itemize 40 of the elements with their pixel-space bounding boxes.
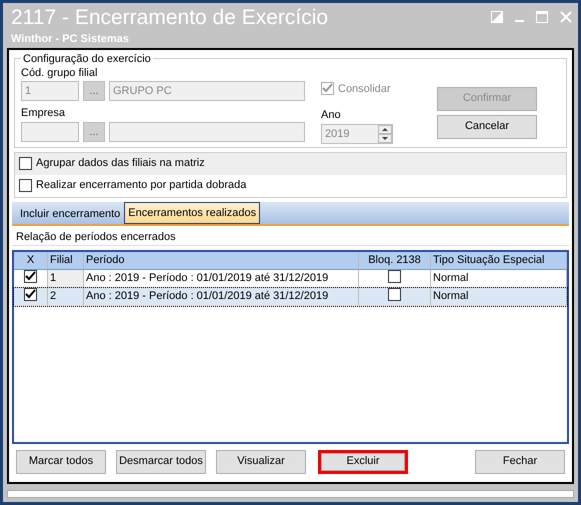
checkbox[interactable] bbox=[24, 270, 37, 283]
checkbox[interactable] bbox=[19, 157, 32, 170]
checkbox[interactable] bbox=[388, 270, 401, 283]
table-cell: Ano : 2019 - Período : 01/01/2019 até 31/12/2019 bbox=[84, 288, 359, 305]
column-header: Tipo Situação Especial bbox=[431, 252, 567, 269]
column-header: X bbox=[14, 252, 48, 269]
field-label: Ano bbox=[321, 108, 342, 123]
lookup-button[interactable]: ... bbox=[83, 122, 105, 142]
section-caption: Relação de períodos encerrados bbox=[12, 226, 569, 246]
table-cell: 1 bbox=[48, 270, 84, 287]
tab[interactable]: Encerramentos realizados bbox=[124, 202, 260, 224]
action-button[interactable]: Desmarcar todos bbox=[116, 450, 206, 474]
column-header: Filial bbox=[48, 252, 84, 269]
checkbox[interactable] bbox=[24, 288, 37, 301]
cancel-button[interactable]: Cancelar bbox=[437, 114, 537, 138]
action-button[interactable]: Fechar bbox=[475, 450, 565, 474]
lookup-button[interactable]: ... bbox=[83, 81, 105, 101]
checkbox[interactable] bbox=[388, 288, 401, 301]
column-header: Período bbox=[84, 252, 359, 269]
action-button[interactable]: Excluir bbox=[318, 450, 408, 474]
window-subtitle: Winthor - PC Sistemas bbox=[11, 32, 130, 47]
field-label: Empresa bbox=[21, 106, 66, 121]
window-title: 2117 - Encerramento de Exercício bbox=[11, 5, 328, 31]
table-row[interactable]: 2 Ano : 2019 - Período : 01/01/2019 até 31/12/2019 Normal bbox=[14, 288, 567, 306]
checkbox-label: Realizar encerramento por partida dobrada bbox=[36, 178, 246, 194]
table-cell: 2 bbox=[48, 288, 84, 305]
action-button[interactable]: Visualizar bbox=[216, 450, 306, 474]
action-button[interactable]: Marcar todos bbox=[16, 450, 106, 474]
group-legend: Configuração do exercício bbox=[21, 50, 153, 67]
checkbox-label: Agrupar dados das filiais na matriz bbox=[36, 156, 205, 172]
spin-arrows-icon[interactable] bbox=[378, 124, 392, 143]
column-header: Bloq. 2138 bbox=[359, 252, 431, 269]
field-label: Cód. grupo filial bbox=[21, 66, 98, 80]
tab[interactable]: Incluir encerramento bbox=[16, 204, 124, 224]
input-field[interactable] bbox=[109, 122, 305, 142]
checkbox[interactable] bbox=[19, 179, 32, 192]
spin-value: 2019 bbox=[325, 126, 350, 142]
table-cell: Normal bbox=[431, 288, 567, 305]
input-field[interactable] bbox=[21, 122, 79, 142]
checkbox-label: Consolidar bbox=[338, 82, 391, 96]
